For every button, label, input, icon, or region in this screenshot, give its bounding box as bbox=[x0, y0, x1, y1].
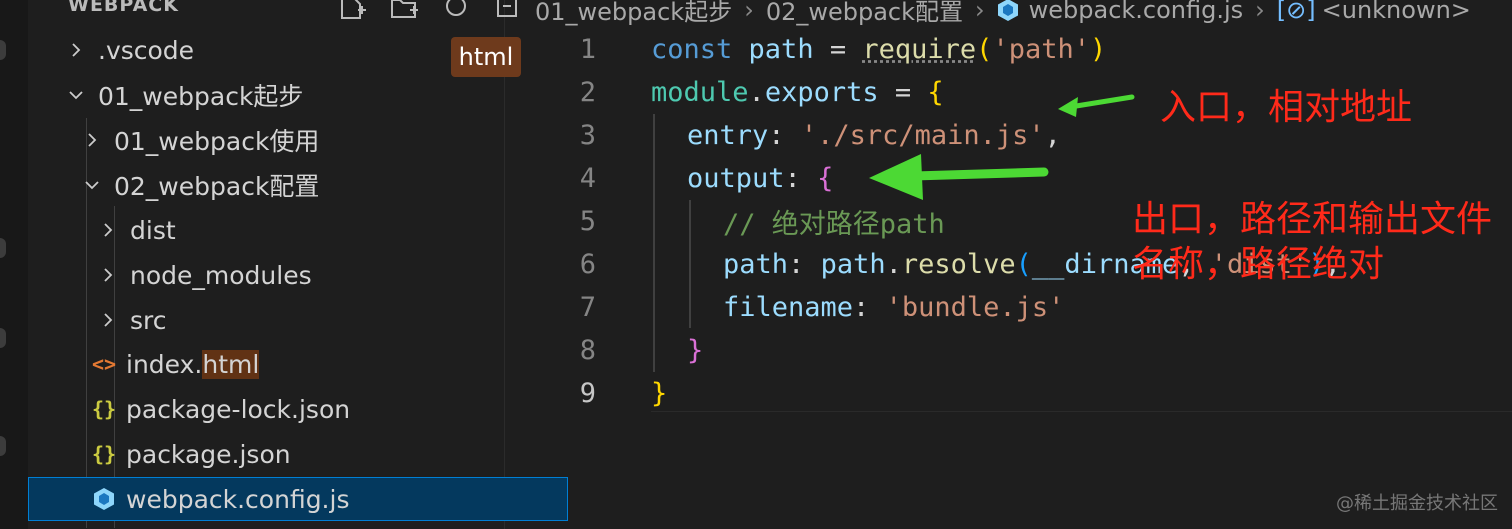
new-folder-icon[interactable] bbox=[390, 0, 420, 20]
tree-item-label: dist bbox=[130, 215, 176, 245]
webpack-cube-icon bbox=[92, 487, 116, 511]
tree-item-label: 01_webpack使用 bbox=[114, 127, 320, 156]
chevron-right-icon bbox=[96, 312, 120, 328]
explorer-title: WEBPACK bbox=[68, 0, 179, 16]
activity-bar bbox=[0, 0, 28, 529]
code-text: module.exports = { bbox=[651, 77, 944, 108]
tree-item-02-webpack-config[interactable]: 02_webpack配置 bbox=[28, 163, 556, 207]
code-line: 5 // 绝对路径path bbox=[504, 200, 945, 243]
tree-item-label: .vscode bbox=[98, 35, 195, 65]
tree-item-node-modules[interactable]: node_modules bbox=[28, 253, 572, 297]
tree-item-label: 02_webpack配置 bbox=[114, 172, 320, 201]
activity-extensions-icon[interactable] bbox=[0, 328, 6, 348]
line-number: 6 bbox=[579, 249, 596, 280]
line-number: 9 bbox=[579, 378, 596, 409]
entry-annotation: 入口，相对地址 bbox=[1160, 87, 1413, 128]
tree-item-label: node_modules bbox=[130, 260, 312, 290]
line-number: 4 bbox=[579, 163, 596, 194]
line-number: 2 bbox=[579, 77, 596, 108]
tree-item-package-json[interactable]: {} package.json bbox=[28, 432, 568, 476]
chevron-down-icon bbox=[80, 177, 104, 193]
output-annotation-line2: 名称，路径绝对 bbox=[1132, 244, 1385, 285]
code-text: output: { bbox=[687, 163, 834, 194]
tree-item-webpack-config-js[interactable]: webpack.config.js bbox=[28, 477, 568, 521]
activity-explorer-icon[interactable] bbox=[0, 40, 6, 60]
code-line: 9 } bbox=[504, 372, 668, 415]
tree-item-src[interactable]: src bbox=[28, 298, 572, 342]
chevron-right-icon bbox=[64, 42, 88, 58]
code-comment: // 绝对路径path bbox=[723, 209, 945, 240]
tree-item-dist[interactable]: dist bbox=[28, 208, 572, 252]
code-editor[interactable]: 1 const path = require('path') 2 module.… bbox=[504, 0, 1512, 529]
activity-account-icon[interactable] bbox=[0, 436, 6, 456]
tree-item-package-lock-json[interactable]: {} package-lock.json bbox=[28, 387, 568, 431]
line-number: 5 bbox=[579, 206, 596, 237]
search-match-highlight: html bbox=[202, 349, 260, 379]
code-line: 8 } bbox=[504, 329, 704, 372]
code-text: } bbox=[651, 378, 668, 409]
code-text: entry: './src/main.js', bbox=[687, 120, 1061, 151]
code-text: filename: 'bundle.js' bbox=[723, 292, 1065, 323]
code-line: 6 path: path.resolve(__dirname, 'dist'), bbox=[504, 243, 1341, 286]
arrow-annotation-icon bbox=[869, 154, 1049, 200]
code-line: 2 module.exports = { bbox=[504, 71, 944, 114]
chevron-right-icon bbox=[80, 132, 104, 148]
tree-item-01-webpack-use[interactable]: 01_webpack使用 bbox=[28, 118, 556, 162]
tree-item-label: 01_webpack起步 bbox=[98, 82, 304, 111]
json-file-icon: {} bbox=[91, 397, 117, 421]
line-number: 8 bbox=[579, 335, 596, 366]
line-number: 1 bbox=[579, 34, 596, 65]
code-text: } bbox=[687, 335, 704, 366]
code-line: 4 output: { bbox=[504, 157, 834, 200]
chevron-right-icon bbox=[96, 222, 120, 238]
line-number: 7 bbox=[579, 292, 596, 323]
new-file-icon[interactable] bbox=[338, 0, 368, 20]
line-number: 3 bbox=[579, 120, 596, 151]
arrow-annotation-icon bbox=[1058, 94, 1135, 117]
code-line: 3 entry: './src/main.js', bbox=[504, 114, 1061, 157]
tree-item-label: index.html bbox=[126, 349, 260, 379]
indent-guide bbox=[653, 114, 655, 372]
chevron-down-icon bbox=[64, 87, 88, 103]
html-file-icon: <> bbox=[91, 352, 117, 376]
refresh-icon[interactable] bbox=[442, 0, 472, 20]
tree-item-label: src bbox=[130, 305, 167, 335]
indent-guide bbox=[689, 200, 691, 328]
json-file-icon: {} bbox=[91, 442, 117, 466]
current-line-border bbox=[651, 411, 1512, 412]
watermark: @稀土掘金技术社区 bbox=[1336, 493, 1498, 514]
tree-item-01-webpack-start[interactable]: 01_webpack起步 bbox=[28, 73, 540, 117]
tree-item-label: webpack.config.js bbox=[126, 484, 350, 514]
explorer-sidebar: WEBPACK .vscode html 01_webpack起步 01_web… bbox=[28, 0, 568, 529]
activity-search-icon[interactable] bbox=[0, 238, 6, 258]
chevron-right-icon bbox=[96, 267, 120, 283]
tree-item-index-html[interactable]: <> index.html bbox=[28, 342, 568, 386]
explorer-actions bbox=[338, 0, 524, 20]
code-line: 7 filename: 'bundle.js' bbox=[504, 286, 1065, 329]
code-line: 1 const path = require('path') bbox=[504, 28, 1107, 71]
code-text: const path = require('path') bbox=[651, 34, 1107, 65]
tree-item-label: package-lock.json bbox=[126, 394, 351, 424]
tree-item-label: package.json bbox=[126, 439, 291, 469]
